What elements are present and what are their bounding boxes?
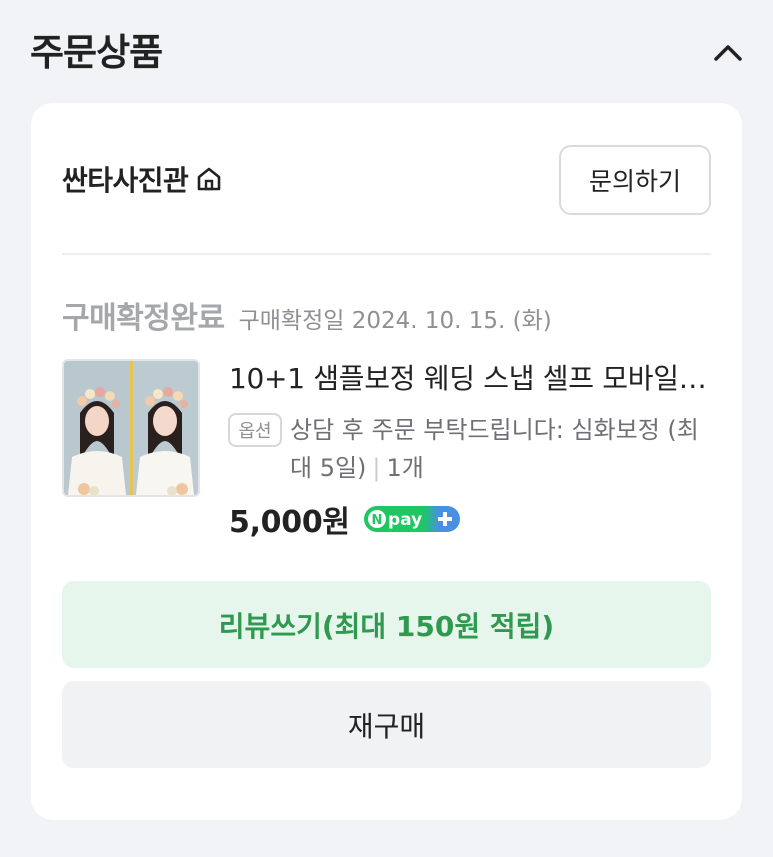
confirm-date: 구매확정일 2024. 10. 15. (화) [238,308,552,334]
order-status-row: 구매확정완료 구매확정일 2024. 10. 15. (화) [62,293,552,336]
order-status: 구매확정완료 [62,301,225,336]
collapse-button[interactable] [711,38,745,68]
product-price: 5,000원 [229,505,350,540]
chevron-up-icon [714,45,742,61]
separator: | [372,454,381,482]
inquiry-button[interactable]: 문의하기 [559,145,711,215]
write-review-button[interactable]: 리뷰쓰기(최대 150원 적립) [62,581,711,668]
npay-plus-badge: N pay [363,506,460,532]
store-link[interactable]: 싼타사진관 [62,159,224,199]
option-badge: 옵션 [228,413,282,447]
section-title: 주문상품 [30,31,163,74]
order-products-header: 주문상품 [30,28,745,78]
svg-text:N: N [371,513,382,528]
home-icon [194,164,224,194]
product-name[interactable]: 10+1 샘플보정 웨딩 스냅 셀프 모바일 보정 [229,359,709,399]
option-text: 상담 후 주문 부탁드립니다: 심화보정 (최대 5일) | 1개 [290,411,710,487]
price-row: 5,000원 N pay [229,497,460,541]
quantity: 1개 [386,454,424,482]
divider [62,253,711,255]
product-thumbnail[interactable] [62,359,200,497]
store-name: 싼타사진관 [62,164,189,197]
option-description: 상담 후 주문 부탁드립니다: 심화보정 (최대 5일) [290,416,699,482]
store-row: 싼타사진관 문의하기 [62,145,711,215]
svg-text:pay: pay [388,510,422,530]
rebuy-button[interactable]: 재구매 [62,681,711,768]
order-card: 싼타사진관 문의하기 구매확정완료 구매확정일 2024. 10. 15. (화… [31,103,742,820]
